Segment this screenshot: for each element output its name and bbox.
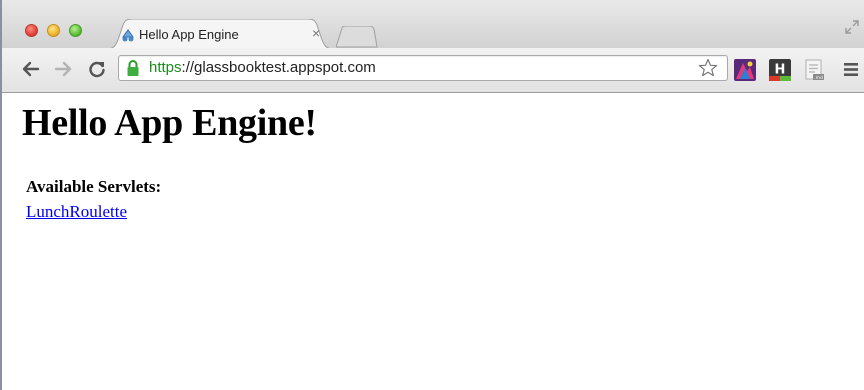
svg-text:H: H: [775, 63, 786, 78]
lock-icon[interactable]: [126, 60, 140, 82]
url-text: https://glassbooktest.appspot.com: [149, 59, 376, 76]
back-arrow-icon[interactable]: [22, 60, 40, 83]
page-heading: Hello App Engine!: [22, 102, 317, 144]
url-scheme: https: [149, 59, 182, 76]
svg-text:.md: .md: [814, 75, 823, 81]
menu-icon[interactable]: [843, 62, 859, 82]
extension-icon[interactable]: [734, 59, 756, 86]
servlets-label: Available Servlets:: [26, 177, 162, 196]
browser-toolbar: https://glassbooktest.appspot.com H .md: [2, 48, 864, 93]
close-window-button[interactable]: [25, 24, 38, 37]
tab-hello-app-engine[interactable]: Hello App Engine ×: [106, 19, 334, 49]
h-extension-icon[interactable]: H: [769, 59, 791, 86]
browser-window: Hello App Engine × https://glassbooktest…: [0, 0, 864, 390]
url-host: ://glassbooktest.appspot.com: [181, 59, 376, 76]
fullscreen-icon[interactable]: [845, 20, 859, 39]
tab-close-icon[interactable]: ×: [312, 25, 320, 41]
zoom-window-button[interactable]: [69, 24, 82, 37]
minimize-window-button[interactable]: [47, 24, 60, 37]
app-engine-favicon-icon: [120, 27, 136, 48]
reload-icon[interactable]: [88, 60, 106, 83]
page-content: Hello App Engine! Available Servlets: Lu…: [2, 93, 864, 390]
tab-title: Hello App Engine: [139, 27, 239, 42]
forward-arrow-icon[interactable]: [54, 60, 72, 83]
address-bar[interactable]: https://glassbooktest.appspot.com: [118, 55, 728, 81]
lunch-roulette-link[interactable]: LunchRoulette: [26, 202, 127, 222]
tab-strip: Hello App Engine ×: [2, 0, 864, 49]
markdown-icon[interactable]: .md: [805, 59, 825, 86]
star-icon[interactable]: [698, 58, 718, 83]
